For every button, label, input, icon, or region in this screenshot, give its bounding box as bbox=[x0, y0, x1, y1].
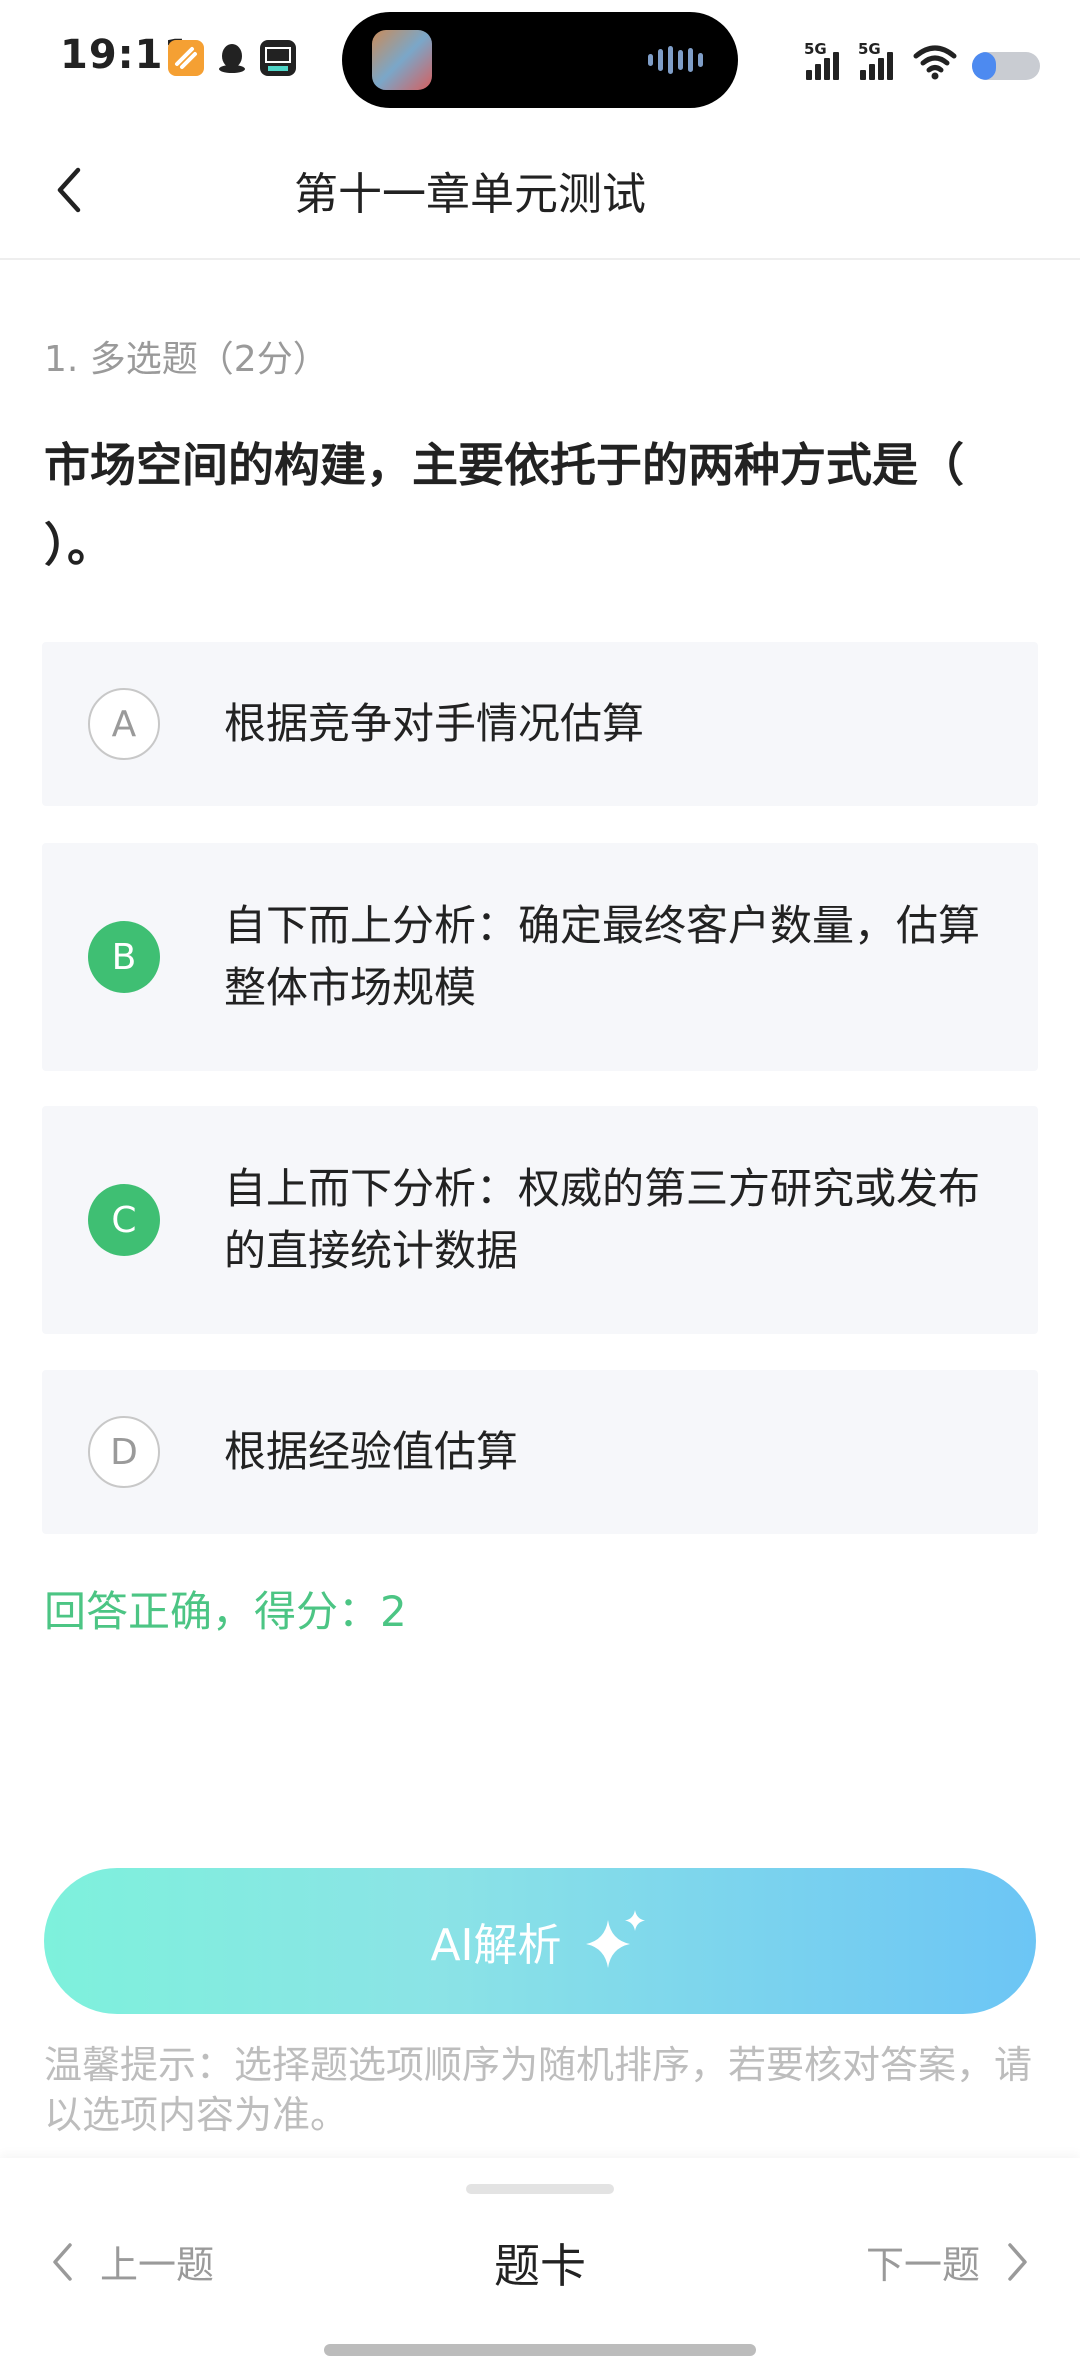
wifi-icon bbox=[913, 45, 957, 80]
option-c[interactable]: C 自上而下分析：权威的第三方研究或发布的直接统计数据 bbox=[42, 1106, 1038, 1334]
ai-analysis-label: AI解析 bbox=[430, 1920, 562, 1971]
option-d[interactable]: D 根据经验值估算 bbox=[42, 1370, 1038, 1534]
option-a[interactable]: A 根据竞争对手情况估算 bbox=[42, 642, 1038, 806]
page-title: 第十一章单元测试 bbox=[294, 169, 646, 220]
next-label: 下一题 bbox=[865, 2243, 980, 2287]
system-status-icons: 5G 5G bbox=[804, 36, 1040, 80]
audio-wave-icon bbox=[648, 46, 708, 74]
option-text: 根据经验值估算 bbox=[224, 1427, 519, 1476]
option-letter: A bbox=[88, 688, 160, 760]
option-letter: D bbox=[88, 1416, 160, 1488]
question-card-label: 题卡 bbox=[494, 2239, 586, 2293]
question-type: 1. 多选题（2分） bbox=[44, 339, 329, 380]
qq-icon bbox=[214, 40, 250, 76]
header: 第十一章单元测试 bbox=[0, 120, 1080, 260]
answer-result: 回答正确，得分：2 bbox=[44, 1587, 407, 1636]
option-text: 自下而上分析：确定最终客户数量，估算整体市场规模 bbox=[224, 901, 981, 1012]
signal-icon-2: 5G bbox=[858, 40, 898, 80]
hint-text: 温馨提示：选择题选项顺序为随机排序，若要核对答案，请以选项内容为准。 bbox=[44, 2043, 1033, 2137]
option-b[interactable]: B 自下而上分析：确定最终客户数量，估算整体市场规模 bbox=[42, 843, 1038, 1071]
status-bar: 19:11 5G 5G bbox=[0, 0, 1080, 120]
ai-analysis-button[interactable]: AI解析 bbox=[44, 1868, 1036, 2014]
option-letter: C bbox=[88, 1184, 160, 1256]
media-thumbnail bbox=[372, 30, 432, 90]
bottom-navigation: 上一题 题卡 下一题 bbox=[0, 2158, 1080, 2376]
question-text: 市场空间的构建，主要依托于的两种方式是（ ）。 bbox=[44, 438, 964, 572]
option-text: 自上而下分析：权威的第三方研究或发布的直接统计数据 bbox=[224, 1164, 981, 1275]
option-letter: B bbox=[88, 921, 160, 993]
sparkle-icon bbox=[585, 1910, 645, 1968]
battery-icon bbox=[972, 52, 1040, 80]
home-indicator[interactable] bbox=[324, 2344, 756, 2356]
dynamic-island[interactable] bbox=[342, 12, 738, 108]
signal-icon: 5G bbox=[804, 40, 844, 80]
option-text: 根据竞争对手情况估算 bbox=[224, 699, 645, 748]
video-app-icon bbox=[260, 40, 296, 76]
chevron-right-icon bbox=[1008, 2242, 1027, 2281]
next-question-button[interactable]: 下一题 bbox=[866, 2234, 1030, 2289]
drag-handle[interactable] bbox=[466, 2184, 614, 2194]
app-notification-icon bbox=[168, 40, 204, 76]
